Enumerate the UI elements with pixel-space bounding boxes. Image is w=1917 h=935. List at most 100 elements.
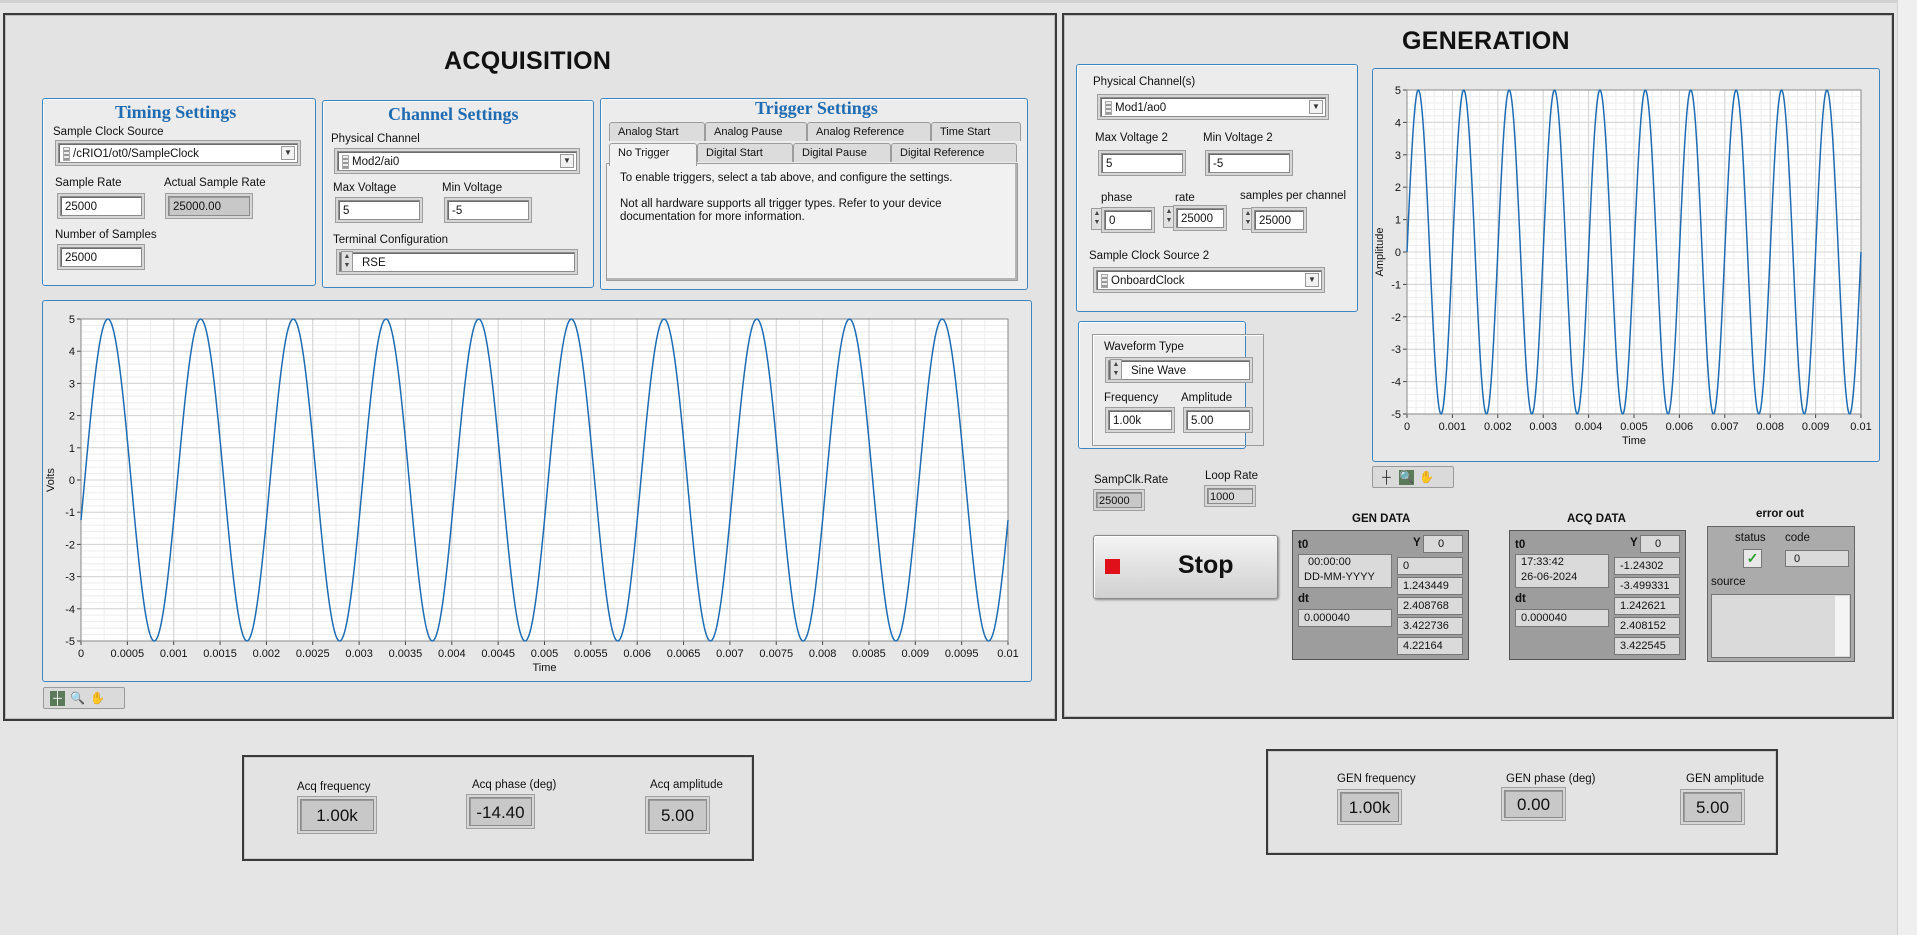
x-tick-label: 0.0085 [852,648,886,660]
crosshair-icon[interactable]: ┼ [1379,470,1394,485]
phase-spin-icon[interactable]: ▲ ▼ [1091,208,1103,230]
tab-no-trigger[interactable]: No Trigger [609,143,697,166]
y-tick-label: 1 [1395,215,1401,227]
zoom-icon[interactable]: 🔍 [70,691,85,706]
terminal-configuration-label: Terminal Configuration [333,234,449,246]
gen-y-value-1: 1.243449 [1397,577,1463,595]
gen-y-value-0: 0 [1397,557,1463,575]
hand-icon[interactable]: ✋ [90,691,105,706]
acq-data-title: ACQ DATA [1567,513,1626,525]
stop-button-label: Stop [1178,551,1234,579]
acq-data-waveform: t0 17:33:42 26-06-2024 dt 0.000040 Y 0 -… [1509,530,1686,660]
error-source-scrollbar[interactable] [1835,596,1849,656]
physical-channels-value: Mod1/ao0 [1115,102,1167,114]
gen-data-waveform: t0 00:00:00 DD-MM-YYYY dt 0.000040 Y 0 0… [1292,530,1469,660]
number-of-samples-input[interactable]: 25000 [60,247,142,267]
physical-channels-combo[interactable]: Mod1/ao0 ▼ [1100,97,1326,117]
y-tick-label: -3 [1391,344,1401,356]
gen-y-index: 0 [1423,535,1463,553]
rate-input[interactable]: 25000 [1176,208,1224,228]
phase-input[interactable]: 0 [1104,210,1152,230]
min-voltage-input[interactable]: -5 [447,200,529,220]
x-tick-label: 0 [78,648,84,660]
tab-analog-pause[interactable]: Analog Pause [705,122,807,141]
acq-t0-label: t0 [1515,539,1526,551]
y-tick-label: 4 [1395,117,1401,129]
tab-digital-reference[interactable]: Digital Reference [891,143,1017,162]
x-tick-label: 0.006 [1666,421,1694,433]
x-tick-label: 0.0075 [759,648,793,660]
max-voltage2-label: Max Voltage 2 [1095,132,1168,144]
y-tick-label: -4 [65,604,75,616]
dropdown-arrow-icon[interactable]: ▼ [560,154,574,168]
x-tick-label: 0.01 [997,648,1018,660]
x-tick-label: 0.0045 [481,648,515,660]
error-source-text [1711,594,1851,658]
waveform-type-ring[interactable]: Sine Wave [1108,360,1250,380]
x-tick-label: 0.0055 [574,648,608,660]
acq-y-value-0: -1.24302 [1614,557,1680,575]
acq-amplitude-label: Acq amplitude [650,779,723,791]
x-tick-label: 0.002 [253,648,281,660]
y-tick-label: 0 [1395,247,1401,259]
gen-t0-label: t0 [1298,539,1309,551]
x-tick-label: 0.007 [1711,421,1739,433]
x-tick-label: 0.008 [809,648,837,660]
io-name-icon [1105,100,1112,115]
dropdown-arrow-icon[interactable]: ▼ [1305,273,1319,287]
number-of-samples-label: Number of Samples [55,229,157,241]
physical-channel-combo[interactable]: Mod2/ai0 ▼ [337,151,577,171]
y-tick-label: 5 [69,314,75,326]
min-voltage2-label: Min Voltage 2 [1203,132,1273,144]
gen-t0-date: DD-MM-YYYY [1304,571,1375,583]
tab-analog-start[interactable]: Analog Start [609,122,705,141]
terminal-configuration-ring[interactable]: RSE [339,252,575,272]
stop-button[interactable]: Stop [1093,535,1278,599]
acq-frequency-label: Acq frequency [297,781,371,793]
physical-channel-label: Physical Channel [331,133,420,145]
gen-amplitude-value: 5.00 [1683,792,1742,822]
tab-analog-reference[interactable]: Analog Reference [807,122,931,141]
x-tick-label: 0.008 [1756,421,1784,433]
frequency-input[interactable]: 1.00k [1108,410,1172,430]
phase-label: phase [1101,192,1133,204]
amplitude-input[interactable]: 5.00 [1186,410,1250,430]
max-voltage2-input[interactable]: 5 [1101,153,1183,173]
samples-per-channel-input[interactable]: 25000 [1254,210,1304,230]
ring-spin-icon[interactable]: ▲ ▼ [341,251,353,272]
sample-clock-source-combo[interactable]: /cRIO1/ot0/SampleClock ▼ [58,143,298,163]
spc-spin-icon[interactable]: ▲ ▼ [1242,208,1254,230]
y-tick-label: 2 [1395,182,1401,194]
sample-clock-source2-label: Sample Clock Source 2 [1089,250,1210,262]
gen-y-value-2: 2.408768 [1397,597,1463,615]
x-tick-label: 0.005 [531,648,559,660]
dropdown-arrow-icon[interactable]: ▼ [281,146,295,160]
x-tick-label: 0.003 [1529,421,1557,433]
stop-icon [1105,559,1120,574]
crosshair-icon[interactable]: ┼ [50,690,65,706]
waveform-type-value: Sine Wave [1131,365,1187,377]
sample-clock-source2-combo[interactable]: OnboardClock ▼ [1096,270,1322,290]
sample-rate-input[interactable]: 25000 [60,196,142,216]
acquisition-graph-palette[interactable]: ┼ 🔍 ✋ [43,687,125,709]
x-tick-label: 0.0095 [945,648,979,660]
max-voltage-input[interactable]: 5 [338,200,420,220]
generation-graph[interactable]: 0 0.001 0.002 0.003 0.004 0.005 0.006 0.007 0.00… [1372,68,1878,460]
generation-graph-palette[interactable]: ┼ 🔍 ✋ [1372,466,1454,488]
tab-digital-pause[interactable]: Digital Pause [793,143,891,162]
min-voltage2-input[interactable]: -5 [1208,153,1290,173]
generation-title: GENERATION [1402,27,1570,55]
acquisition-graph[interactable]: 0 0.0005 0.001 0.0015 0.002 0.0025 0.003 0.0035… [42,300,1030,680]
window-scrollbar[interactable] [1897,0,1917,935]
dropdown-arrow-icon[interactable]: ▼ [1309,100,1323,114]
acq-dt-value: 0.000040 [1515,609,1609,627]
hand-icon[interactable]: ✋ [1419,470,1434,485]
x-tick-label: 0.007 [716,648,744,660]
error-source-label: source [1711,576,1746,588]
waveform-ring-spin-icon[interactable]: ▲ ▼ [1110,359,1122,380]
rate-spin-icon[interactable]: ▲ ▼ [1163,206,1175,228]
tab-time-start[interactable]: Time Start [931,122,1021,141]
zoom-icon[interactable]: 🔍 [1399,469,1414,485]
tab-digital-start[interactable]: Digital Start [697,143,793,162]
timing-settings-title: Timing Settings [115,102,237,122]
